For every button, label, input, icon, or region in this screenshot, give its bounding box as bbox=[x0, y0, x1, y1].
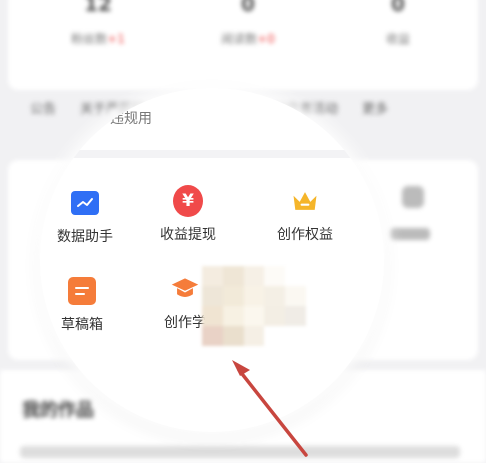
red-arrow-icon bbox=[232, 360, 308, 457]
